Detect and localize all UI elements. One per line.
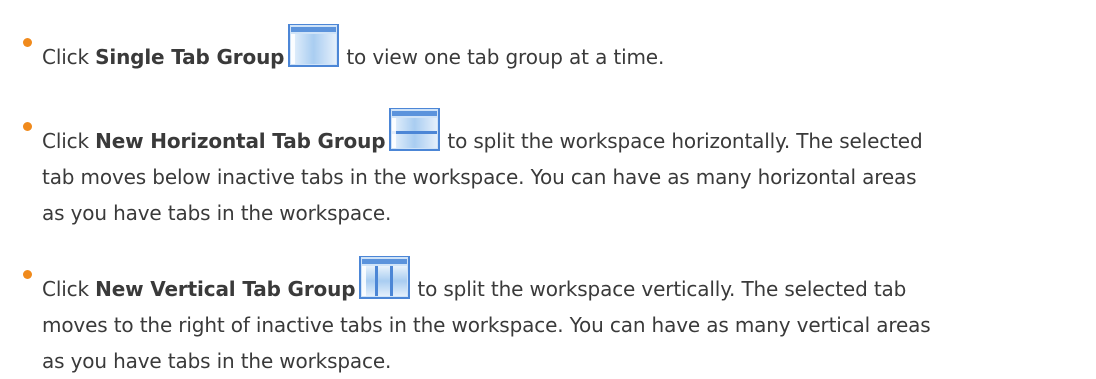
item-text: to view one tab group at a time. [346,45,665,69]
click-prefix: Click [42,129,96,153]
click-prefix: Click [42,277,96,301]
bullet-dot [23,122,32,131]
item-line: Click Single Tab Group to view one tab g… [42,24,1082,75]
list-item-new-vertical-tab-group: Click New Vertical Tab Group to split th… [23,256,1082,379]
click-prefix: Click [42,45,96,69]
item-line: as you have tabs in the workspace. [42,201,392,225]
bullet-dot [23,270,32,279]
list-item-new-horizontal-tab-group: Click New Horizontal Tab Group to split … [23,108,1082,231]
command-name: New Vertical Tab Group [95,277,356,301]
item-line: tab moves below inactive tabs in the wor… [42,165,917,189]
command-name: Single Tab Group [95,45,285,69]
item-line: as you have tabs in the workspace. [42,349,392,373]
item-line: moves to the right of inactive tabs in t… [42,313,931,337]
list-item-single-tab-group: Click Single Tab Group to view one tab g… [23,24,1082,75]
item-text: to split the workspace horizontally. The… [447,129,923,153]
single-tab-group-icon [288,24,340,68]
item-line: Click New Horizontal Tab Group to split … [42,108,1082,159]
bullet-dot [23,38,32,47]
new-vertical-tab-group-icon [359,256,411,300]
new-horizontal-tab-group-icon [389,108,441,152]
item-line: Click New Vertical Tab Group to split th… [42,256,1082,307]
command-name: New Horizontal Tab Group [95,129,386,153]
item-text: to split the workspace vertically. The s… [417,277,907,301]
